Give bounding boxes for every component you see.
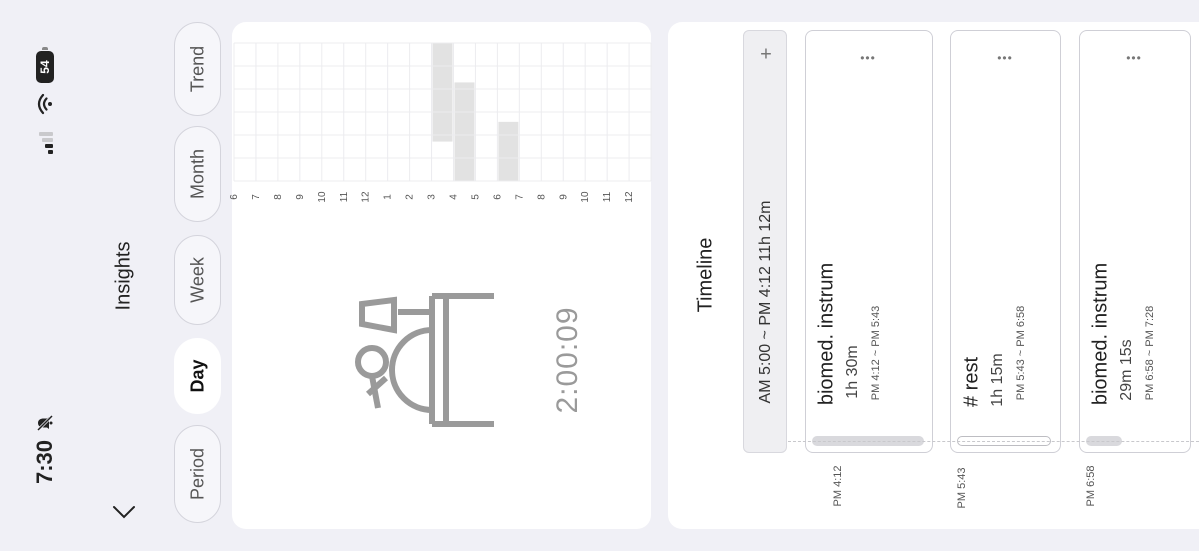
- timeline-title: Timeline: [694, 237, 717, 313]
- tick-label: 6: [492, 194, 503, 200]
- tick-label: 8: [273, 194, 284, 200]
- time-marker: PM 6:58: [1085, 465, 1097, 507]
- time-marker: PM 5:43: [956, 467, 968, 509]
- more-icon[interactable]: •••: [1126, 51, 1142, 65]
- more-icon[interactable]: •••: [997, 51, 1013, 65]
- tick-label: 8: [536, 194, 547, 200]
- heatmap-cell: [454, 82, 475, 181]
- unrecorded-range: AM 5:00 ~ PM 4:12 11h 12m: [757, 200, 774, 404]
- hourly-heatmap: 6 7 8 9 10 11 12 1 2 3 4 5 6 7 8 9 10 11 12: [229, 42, 652, 203]
- entry-title: biomed. instrum: [815, 262, 838, 406]
- entry-duration: 1h 15m: [989, 353, 1006, 407]
- tick-label: 10: [317, 191, 328, 203]
- tick-label: 12: [361, 191, 372, 203]
- tick-label: 1: [383, 194, 394, 200]
- entry-range: PM 5:43 ~ PM 6:58: [1015, 305, 1027, 401]
- entry-duration: 29m 15s: [1118, 339, 1135, 401]
- entry-range: PM 6:58 ~ PM 7:28: [1144, 305, 1156, 401]
- entry-duration: 1h 30m: [844, 345, 861, 399]
- plus-icon[interactable]: +: [760, 44, 772, 67]
- tick-label: 11: [339, 191, 350, 202]
- timeline-divider: [788, 441, 1199, 442]
- total-duration: 2:00:09: [551, 306, 584, 414]
- entry-title: # rest: [960, 356, 983, 408]
- tick-label: 3: [427, 194, 438, 200]
- mascot-icon: [355, 293, 494, 427]
- entry-title: biomed. instrum: [1089, 262, 1112, 406]
- tick-label: 4: [449, 194, 460, 200]
- entry-range: PM 4:12 ~ PM 5:43: [870, 305, 882, 401]
- tick-label: 7: [251, 194, 262, 200]
- more-icon[interactable]: •••: [860, 51, 876, 65]
- tick-label: 6: [229, 194, 240, 200]
- tick-label: 9: [558, 194, 569, 200]
- tick-label: 7: [514, 194, 525, 200]
- heatmap-cell: [432, 43, 453, 142]
- heatmap-cell: [498, 121, 519, 181]
- tick-label: 2: [405, 194, 416, 200]
- tick-label: 9: [295, 194, 306, 200]
- tick-label: 11: [602, 191, 613, 202]
- time-marker: PM 4:12: [832, 465, 844, 507]
- tick-label: 10: [580, 191, 591, 203]
- tick-label: 5: [470, 194, 481, 200]
- tick-label: 12: [624, 191, 635, 203]
